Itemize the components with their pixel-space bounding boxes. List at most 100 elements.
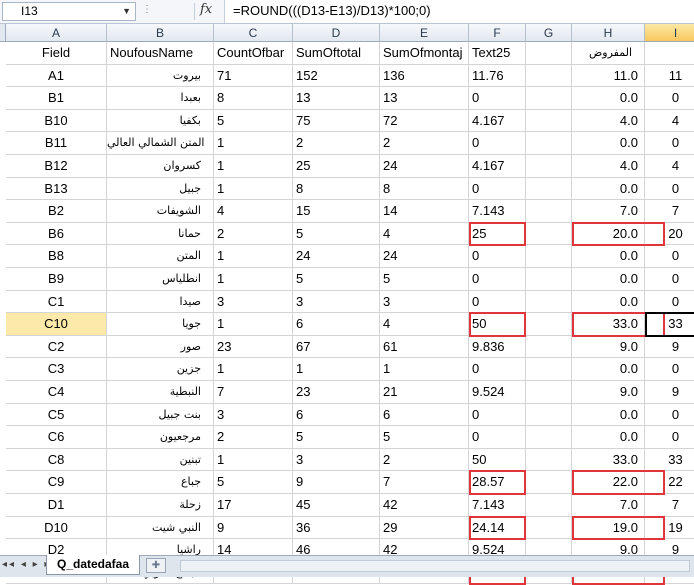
cell-h[interactable]: 0.0 <box>572 358 645 381</box>
cell-a[interactable]: A1 <box>6 64 107 88</box>
cell-h[interactable]: 0.0 <box>572 87 645 110</box>
cell-c[interactable]: 1 <box>214 177 293 201</box>
cell-f[interactable]: 28.57 <box>469 471 526 494</box>
cell-d[interactable]: 1 <box>293 358 380 381</box>
cell-i[interactable]: 9 <box>645 381 694 404</box>
cell-f[interactable]: 0 <box>469 132 526 155</box>
cell-h[interactable]: 4.0 <box>572 109 645 133</box>
cell-g[interactable] <box>526 471 572 494</box>
cell-h[interactable]: 0.0 <box>572 426 645 449</box>
cell-g[interactable] <box>526 381 572 404</box>
cell-h[interactable]: 0.0 <box>572 268 645 291</box>
column-header-a[interactable]: A <box>6 24 107 42</box>
cell-c[interactable]: 1 <box>214 132 293 155</box>
cell-g[interactable] <box>526 245 572 268</box>
cell-e[interactable]: 2 <box>380 448 469 472</box>
cell-a[interactable]: B8 <box>6 245 107 268</box>
header-cell-h[interactable]: المفروض <box>572 42 645 65</box>
column-header-b[interactable]: B <box>107 24 214 42</box>
cell-g[interactable] <box>526 132 572 155</box>
cell-g[interactable] <box>526 313 572 336</box>
cell-h[interactable]: 0.0 <box>572 245 645 268</box>
header-cell-i[interactable] <box>645 42 694 65</box>
resize-handle-icon[interactable]: ⋮ <box>142 4 153 15</box>
cell-g[interactable] <box>526 448 572 472</box>
cell-a[interactable]: D1 <box>6 494 107 517</box>
cell-a[interactable]: C3 <box>6 358 107 381</box>
cell-i[interactable]: 22 <box>645 471 694 494</box>
cell-c[interactable]: 7 <box>214 381 293 404</box>
cell-f[interactable]: 7.143 <box>469 494 526 517</box>
cell-f[interactable]: 0 <box>469 87 526 110</box>
cell-h[interactable]: 9.0 <box>572 335 645 359</box>
cell-b[interactable]: صيدا <box>107 290 214 314</box>
header-cell-f[interactable]: Text25 <box>469 42 526 65</box>
cell-e[interactable]: 4 <box>380 313 469 336</box>
cell-d[interactable]: 75 <box>293 109 380 133</box>
cell-f[interactable]: 11.76 <box>469 64 526 88</box>
cell-b[interactable]: بيروت <box>107 64 214 88</box>
cell-f[interactable]: 0 <box>469 358 526 381</box>
cell-c[interactable]: 2 <box>214 426 293 449</box>
cell-a[interactable]: B9 <box>6 268 107 291</box>
cell-c[interactable]: 71 <box>214 64 293 88</box>
cell-g[interactable] <box>526 200 572 223</box>
cell-f[interactable]: 25 <box>469 222 526 246</box>
cell-g[interactable] <box>526 403 572 427</box>
cell-b[interactable]: بنت جبيل <box>107 403 214 427</box>
cell-b[interactable]: جباع <box>107 471 214 494</box>
cell-f[interactable]: 24.14 <box>469 516 526 540</box>
cell-d[interactable]: 5 <box>293 268 380 291</box>
cell-b[interactable]: النبي شيت <box>107 516 214 540</box>
cell-g[interactable] <box>526 335 572 359</box>
cell-d[interactable]: 23 <box>293 381 380 404</box>
cell-a[interactable]: C2 <box>6 335 107 359</box>
header-cell-c[interactable]: CountOfbar <box>214 42 293 65</box>
cell-c[interactable]: 1 <box>214 155 293 178</box>
cell-f[interactable]: 9.836 <box>469 335 526 359</box>
cell-f[interactable]: 0 <box>469 426 526 449</box>
cell-e[interactable]: 14 <box>380 200 469 223</box>
cell-h[interactable]: 0.0 <box>572 403 645 427</box>
column-header-f[interactable]: F <box>469 24 526 42</box>
cell-g[interactable] <box>526 290 572 314</box>
cell-h[interactable]: 33.0 <box>572 313 645 336</box>
cell-i[interactable]: 9 <box>645 336 694 359</box>
cell-a[interactable]: C1 <box>6 290 107 314</box>
cell-f[interactable]: 7.143 <box>469 200 526 223</box>
cell-e[interactable]: 136 <box>380 64 469 88</box>
cell-e[interactable]: 3 <box>380 290 469 314</box>
cell-d[interactable]: 45 <box>293 494 380 517</box>
cell-i[interactable]: 0 <box>645 404 694 427</box>
cell-h[interactable]: 11.0 <box>572 64 645 88</box>
cell-g[interactable] <box>526 358 572 381</box>
cell-d[interactable]: 9 <box>293 471 380 494</box>
cell-i[interactable]: 0 <box>645 245 694 268</box>
cell-d[interactable]: 15 <box>293 200 380 223</box>
cell-e[interactable]: 8 <box>380 177 469 201</box>
cell-b[interactable]: صور <box>107 335 214 359</box>
cell-e[interactable]: 29 <box>380 516 469 540</box>
cell-h[interactable]: 0.0 <box>572 290 645 314</box>
cell-b[interactable]: بكفيا <box>107 109 214 133</box>
cell-b[interactable]: حمانا <box>107 222 214 246</box>
cell-a[interactable]: B6 <box>6 222 107 246</box>
cell-g[interactable] <box>526 426 572 449</box>
cell-c[interactable]: 1 <box>214 313 293 336</box>
cell-f[interactable]: 0 <box>469 268 526 291</box>
cell-h[interactable]: 0.0 <box>572 177 645 201</box>
cell-h[interactable]: 7.0 <box>572 494 645 517</box>
cell-i[interactable]: 0 <box>645 426 694 449</box>
cell-e[interactable]: 72 <box>380 109 469 133</box>
cell-b[interactable]: تبنين <box>107 448 214 472</box>
cell-f[interactable]: 50 <box>469 448 526 472</box>
cell-g[interactable] <box>526 516 572 540</box>
cell-d[interactable]: 24 <box>293 245 380 268</box>
cell-d[interactable]: 152 <box>293 64 380 88</box>
header-cell-d[interactable]: SumOftotal <box>293 42 380 65</box>
cell-b[interactable]: جبيل <box>107 177 214 201</box>
cell-i[interactable]: 0 <box>645 132 694 155</box>
cell-g[interactable] <box>526 87 572 110</box>
cell-f[interactable]: 4.167 <box>469 109 526 133</box>
cell-c[interactable]: 2 <box>214 222 293 246</box>
